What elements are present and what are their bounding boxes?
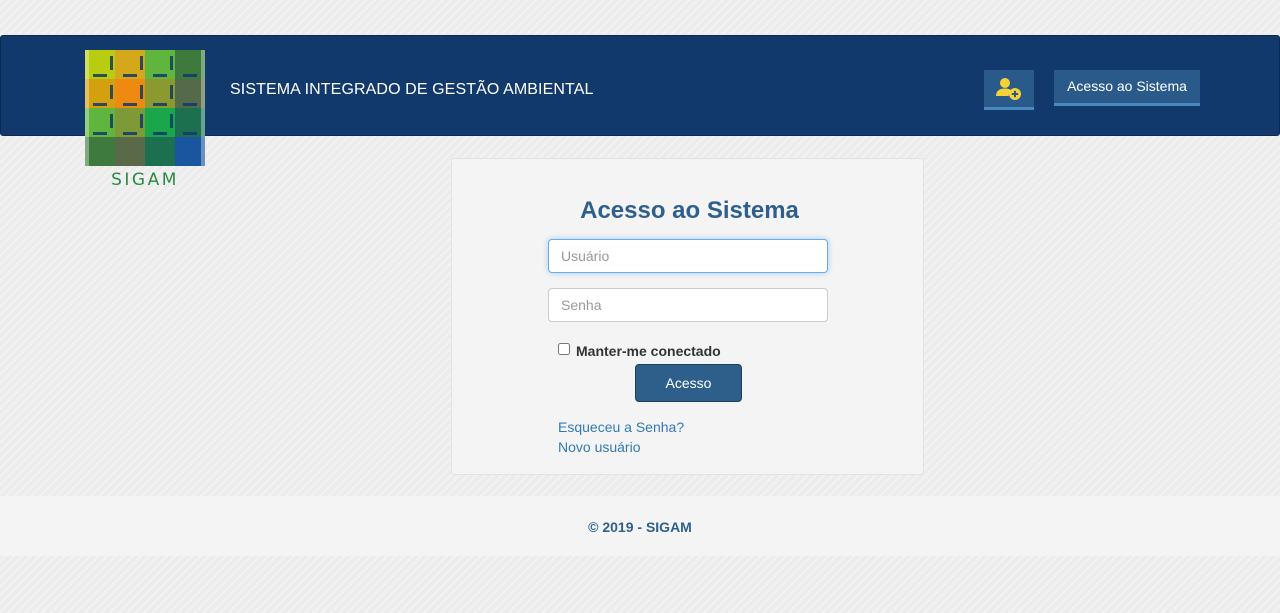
forgot-password-link[interactable]: Esqueceu a Senha? (558, 418, 684, 436)
remember-me-checkbox[interactable] (558, 343, 570, 355)
new-user-link[interactable]: Novo usuário (558, 438, 641, 456)
login-title: Acesso ao Sistema (580, 197, 799, 224)
add-user-button[interactable] (984, 70, 1034, 110)
logo-grid-icon (85, 50, 205, 166)
remember-me[interactable]: Manter-me conectado (558, 341, 721, 359)
brand-title: SISTEMA INTEGRADO DE GESTÃO AMBIENTAL (230, 81, 594, 98)
password-input[interactable] (548, 288, 828, 322)
sigam-logo[interactable]: SIGAM (85, 50, 205, 190)
username-input[interactable] (548, 239, 828, 273)
login-panel: Acesso ao Sistema Manter-me conectado Ac… (451, 158, 924, 475)
user-plus-icon (996, 77, 1021, 100)
footer: © 2019 - SIGAM (0, 496, 1280, 556)
nav-access-button[interactable]: Acesso ao Sistema (1054, 70, 1200, 106)
remember-me-label: Manter-me conectado (576, 343, 721, 359)
logo-text: SIGAM (111, 170, 179, 190)
footer-copyright: © 2019 - SIGAM (588, 519, 692, 535)
login-submit-button[interactable]: Acesso (635, 364, 742, 402)
